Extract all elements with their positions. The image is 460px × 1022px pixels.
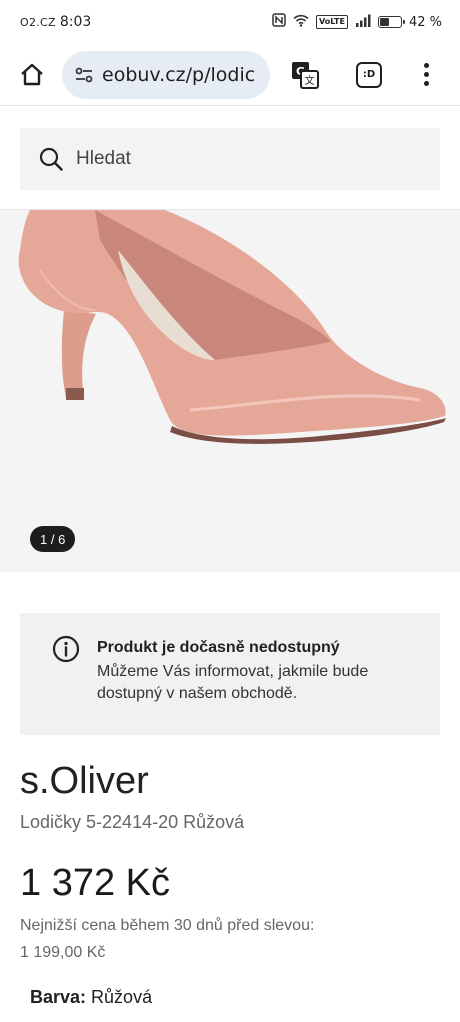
search-input[interactable]: Hledat [20, 128, 440, 190]
menu-dot-icon [423, 81, 429, 86]
unavailable-notice: Produkt je dočasně nedostupný Můžeme Vás… [20, 613, 440, 735]
wifi-icon [293, 14, 309, 31]
product-brand[interactable]: s.Oliver [20, 760, 149, 803]
translate-icon: G文 [292, 61, 319, 89]
url-text: eobuv.cz/p/lodic [102, 63, 256, 86]
status-right: VoLTE 42 % [272, 13, 442, 31]
search-placeholder: Hledat [76, 148, 131, 169]
lowest-price-value: 1 199,00 Kč [20, 944, 106, 961]
notice-body: Produkt je dočasně nedostupný Můžeme Vás… [97, 637, 420, 735]
product-image[interactable] [0, 210, 460, 572]
status-left: O2.CZ 8:03 [20, 14, 91, 30]
image-counter: 1 / 6 [30, 526, 76, 552]
battery-icon [377, 16, 405, 28]
product-name: Lodičky 5-22414-20 Růžová [20, 812, 245, 832]
signal-icon [355, 14, 371, 31]
browser-toolbar: eobuv.cz/p/lodic G文 :D [0, 44, 460, 106]
battery-fill [379, 18, 390, 26]
notice-title: Produkt je dočasně nedostupný [97, 639, 340, 656]
notice-text: Můžeme Vás informovat, jakmile bude dost… [97, 663, 369, 702]
search-section: Hledat [0, 106, 460, 210]
product-gallery[interactable]: 1 / 6 [0, 210, 460, 572]
nfc-icon [272, 13, 286, 31]
color-label: Barva: [30, 987, 87, 1007]
translate-button[interactable]: G文 [290, 60, 320, 90]
lowest-price-label: Nejnižší cena během 30 dnů před slevou: [20, 917, 315, 934]
menu-dot-icon [423, 63, 429, 68]
site-settings-icon[interactable] [74, 65, 94, 85]
volte-badge: VoLTE [316, 15, 348, 29]
home-icon [21, 63, 43, 85]
svg-text:文: 文 [305, 74, 315, 87]
overflow-menu-button[interactable] [416, 60, 436, 90]
product-price: 1 372 Kč [20, 862, 170, 904]
tab-switcher-button[interactable]: :D [356, 61, 382, 88]
address-bar[interactable]: eobuv.cz/p/lodic [62, 50, 270, 99]
search-icon [39, 147, 63, 171]
carrier-name: O2.CZ [20, 16, 56, 29]
status-bar: O2.CZ 8:03 VoLTE 42 % [0, 0, 460, 44]
home-button[interactable] [16, 59, 48, 91]
menu-dot-icon [423, 72, 429, 77]
color-value: Růžová [91, 987, 153, 1007]
color-row: Barva: Růžová [30, 987, 152, 1008]
info-icon [52, 635, 80, 663]
battery-percent: 42 % [408, 14, 442, 30]
clock: 8:03 [59, 14, 92, 30]
